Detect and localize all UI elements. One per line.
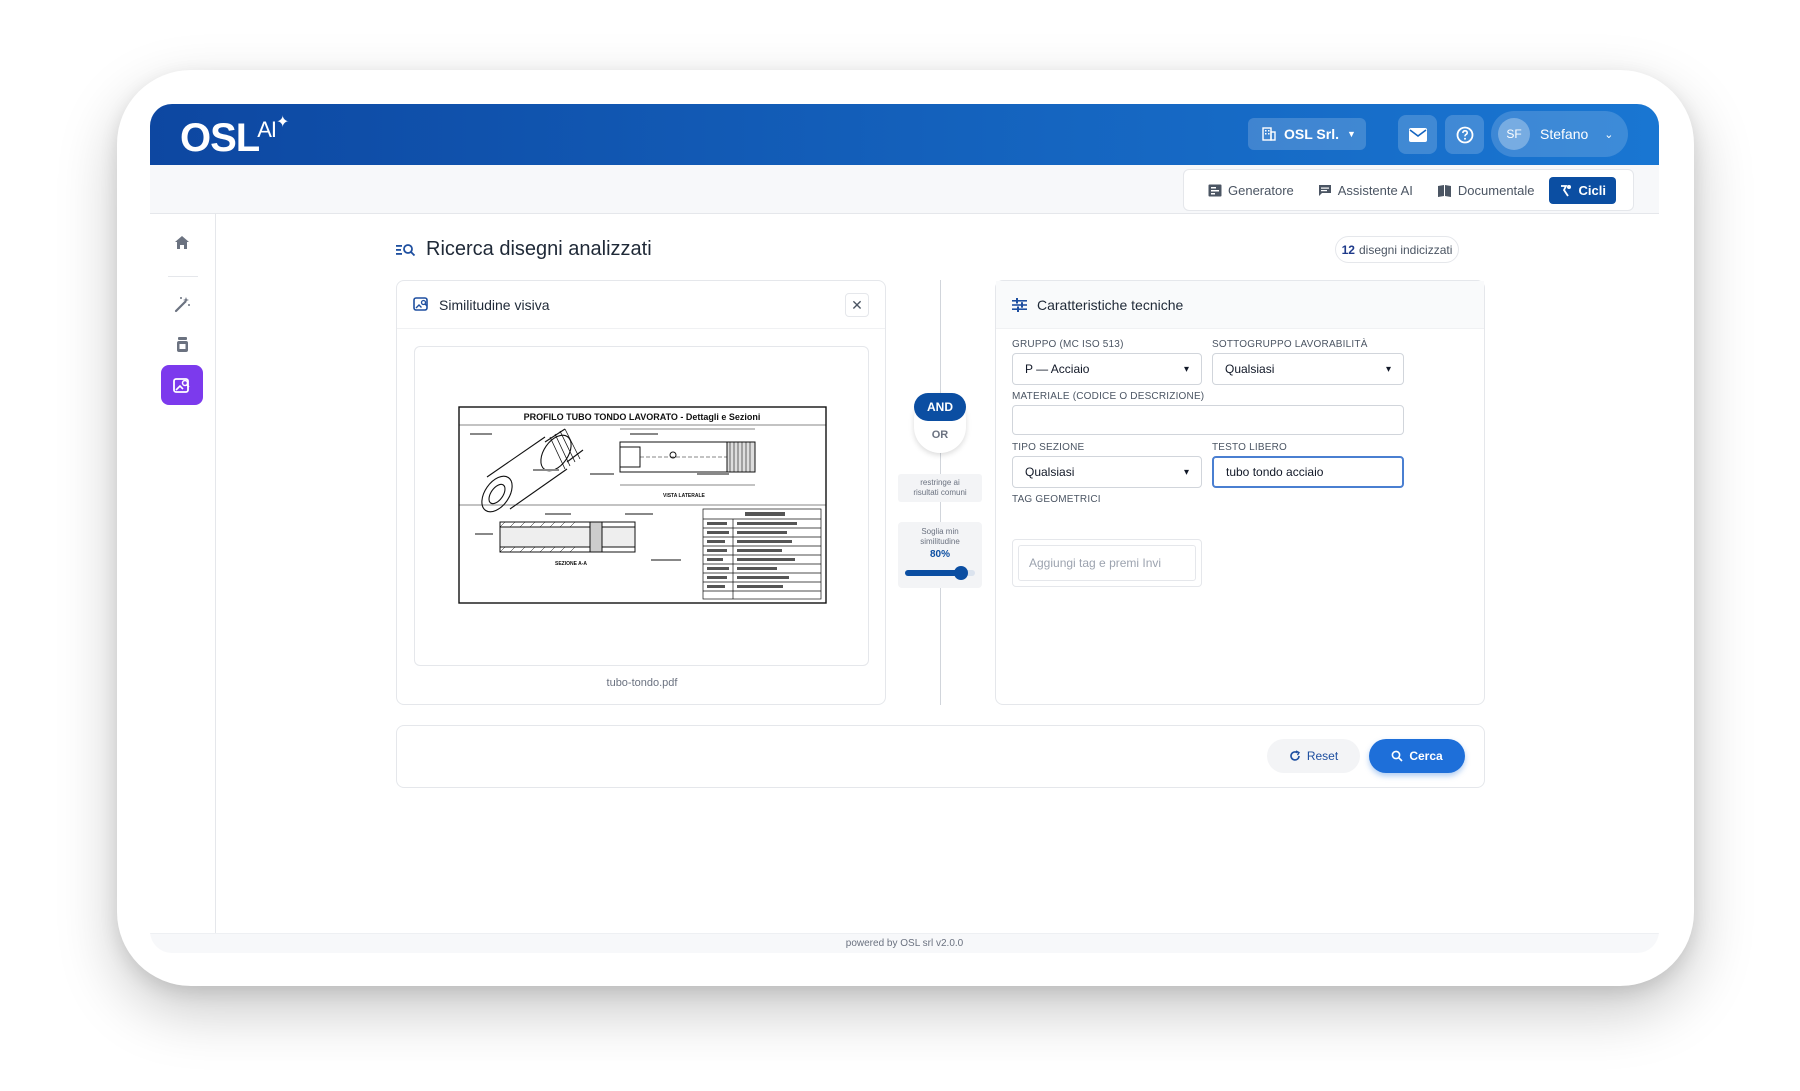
group-label: Gruppo (MC ISO 513)	[1012, 339, 1124, 350]
generator-icon	[1208, 184, 1222, 196]
close-icon: ✕	[851, 296, 863, 313]
user-name: Stefano	[1540, 126, 1589, 142]
technical-drawing-image: PROFILO TUBO TONDO LAVORATO - Dettagli e…	[458, 406, 827, 604]
remove-image-button[interactable]: ✕	[845, 293, 869, 317]
group-select[interactable]: P — Acciaio ▾	[1012, 353, 1202, 385]
or-option[interactable]: OR	[914, 429, 966, 441]
company-name: OSL Srl.	[1284, 126, 1339, 142]
restrict-hint: restringe ai risultati comuni	[898, 474, 982, 502]
refresh-icon	[1290, 750, 1300, 761]
free-text-label: Testo libero	[1212, 442, 1288, 453]
chevron-down-icon: ⌄	[1604, 128, 1614, 141]
magic-wand-icon	[174, 296, 190, 312]
page-title: Ricerca disegni analizzati	[426, 238, 652, 260]
material-label: Materiale (codice o descrizione)	[1012, 391, 1205, 402]
tag-input[interactable]: Aggiungi tag e premi Invi	[1018, 545, 1196, 581]
sidebar-divider	[168, 276, 198, 277]
company-selector[interactable]: OSL Srl. ▼	[1248, 118, 1366, 150]
reset-button[interactable]: Reset	[1267, 739, 1360, 773]
tech-panel-title: Caratteristiche tecniche	[1037, 296, 1184, 313]
sub-navigation: Generatore Assistente AI Documentale Cic…	[150, 165, 1659, 214]
file-name: tubo-tondo.pdf	[606, 677, 678, 689]
lathe-icon	[1560, 185, 1571, 197]
subgroup-select[interactable]: Qualsiasi ▾	[1212, 353, 1404, 385]
help-button[interactable]	[1445, 115, 1484, 154]
slider-handle[interactable]	[954, 566, 968, 580]
visual-similarity-panel: Similitudine visiva ✕ PROFILO TUBO TONDO…	[396, 280, 886, 705]
action-bar: Reset Cerca	[396, 725, 1485, 788]
home-icon	[175, 235, 189, 249]
list-search-icon	[396, 243, 416, 256]
similarity-threshold: Soglia min similitudine 80%	[898, 522, 982, 588]
slider-fill	[905, 570, 961, 576]
user-menu[interactable]: SF Stefano ⌄	[1491, 111, 1628, 157]
tech-panel-header: Caratteristiche tecniche	[996, 281, 1484, 329]
chat-icon	[1318, 184, 1331, 196]
sidebar-item-home[interactable]	[161, 222, 203, 262]
avatar: SF	[1498, 118, 1530, 150]
tab-generatore[interactable]: Generatore	[1198, 177, 1304, 204]
sidebar	[150, 214, 216, 933]
visual-panel-title: Similitudine visiva	[439, 296, 550, 313]
image-search-icon	[413, 297, 428, 311]
app-logo[interactable]: OSLAI ✦	[180, 114, 289, 161]
sparkle-icon: ✦	[276, 114, 289, 131]
book-icon	[1437, 184, 1451, 197]
mail-icon	[1408, 127, 1427, 142]
free-text-input[interactable]: tubo tondo acciaio	[1212, 456, 1404, 488]
chevron-down-icon: ▾	[1385, 363, 1391, 375]
caret-down-icon: ▼	[1346, 129, 1356, 139]
chevron-down-icon: ▾	[1183, 363, 1189, 375]
visual-panel-header: Similitudine visiva	[397, 281, 885, 329]
index-count-badge: 12 disegni indicizzati	[1335, 236, 1459, 263]
sidebar-item-generator[interactable]	[161, 284, 203, 324]
tab-documentale[interactable]: Documentale	[1427, 177, 1545, 204]
tab-cicli[interactable]: Cicli	[1548, 176, 1616, 204]
building-icon	[1262, 127, 1276, 141]
search-icon	[1391, 750, 1403, 762]
subgroup-label: Sottogruppo lavorabilità	[1212, 339, 1368, 350]
top-bar: OSLAI ✦ OSL Srl. ▼ SF Stefano ⌄	[150, 104, 1659, 165]
geometric-tags-field: Aggiungi tag e premi Invi	[1012, 539, 1202, 587]
page-header: Ricerca disegni analizzati	[396, 238, 652, 261]
mail-button[interactable]	[1398, 115, 1437, 154]
and-or-toggle: AND OR	[914, 393, 966, 453]
chevron-down-icon: ▾	[1183, 466, 1189, 478]
module-tabs: Generatore Assistente AI Documentale Cic…	[1183, 169, 1634, 211]
and-option[interactable]: AND	[914, 393, 966, 421]
geometric-tags-label: Tag geometrici	[1012, 494, 1101, 505]
material-input[interactable]	[1012, 405, 1404, 435]
svg-text:PROFILO TUBO TONDO LAVORATO -: PROFILO TUBO TONDO LAVORATO - Dettagli e…	[524, 412, 761, 422]
sidebar-item-archive[interactable]	[161, 324, 203, 364]
sidebar-item-drawing-search[interactable]	[161, 365, 203, 405]
section-type-label: Tipo sezione	[1012, 442, 1085, 453]
search-button[interactable]: Cerca	[1369, 739, 1465, 773]
drawing-preview[interactable]: PROFILO TUBO TONDO LAVORATO - Dettagli e…	[414, 346, 869, 666]
threshold-slider[interactable]	[905, 566, 975, 580]
svg-text:SEZIONE A-A: SEZIONE A-A	[555, 561, 587, 567]
technical-features-panel: Caratteristiche tecniche Gruppo (MC ISO …	[995, 280, 1485, 705]
threshold-value: 80%	[929, 549, 950, 560]
svg-text:VISTA LATERALE: VISTA LATERALE	[663, 493, 706, 499]
footer: powered by OSL srl v2.0.0	[150, 933, 1659, 953]
image-search-icon	[173, 377, 190, 393]
help-icon	[1456, 126, 1473, 143]
jar-icon	[176, 336, 188, 352]
tab-assistente-ai[interactable]: Assistente AI	[1308, 177, 1423, 204]
app-window: OSLAI ✦ OSL Srl. ▼ SF Stefano ⌄ Generato…	[150, 104, 1659, 953]
section-type-select[interactable]: Qualsiasi ▾	[1012, 456, 1202, 488]
sliders-icon	[1012, 297, 1027, 312]
